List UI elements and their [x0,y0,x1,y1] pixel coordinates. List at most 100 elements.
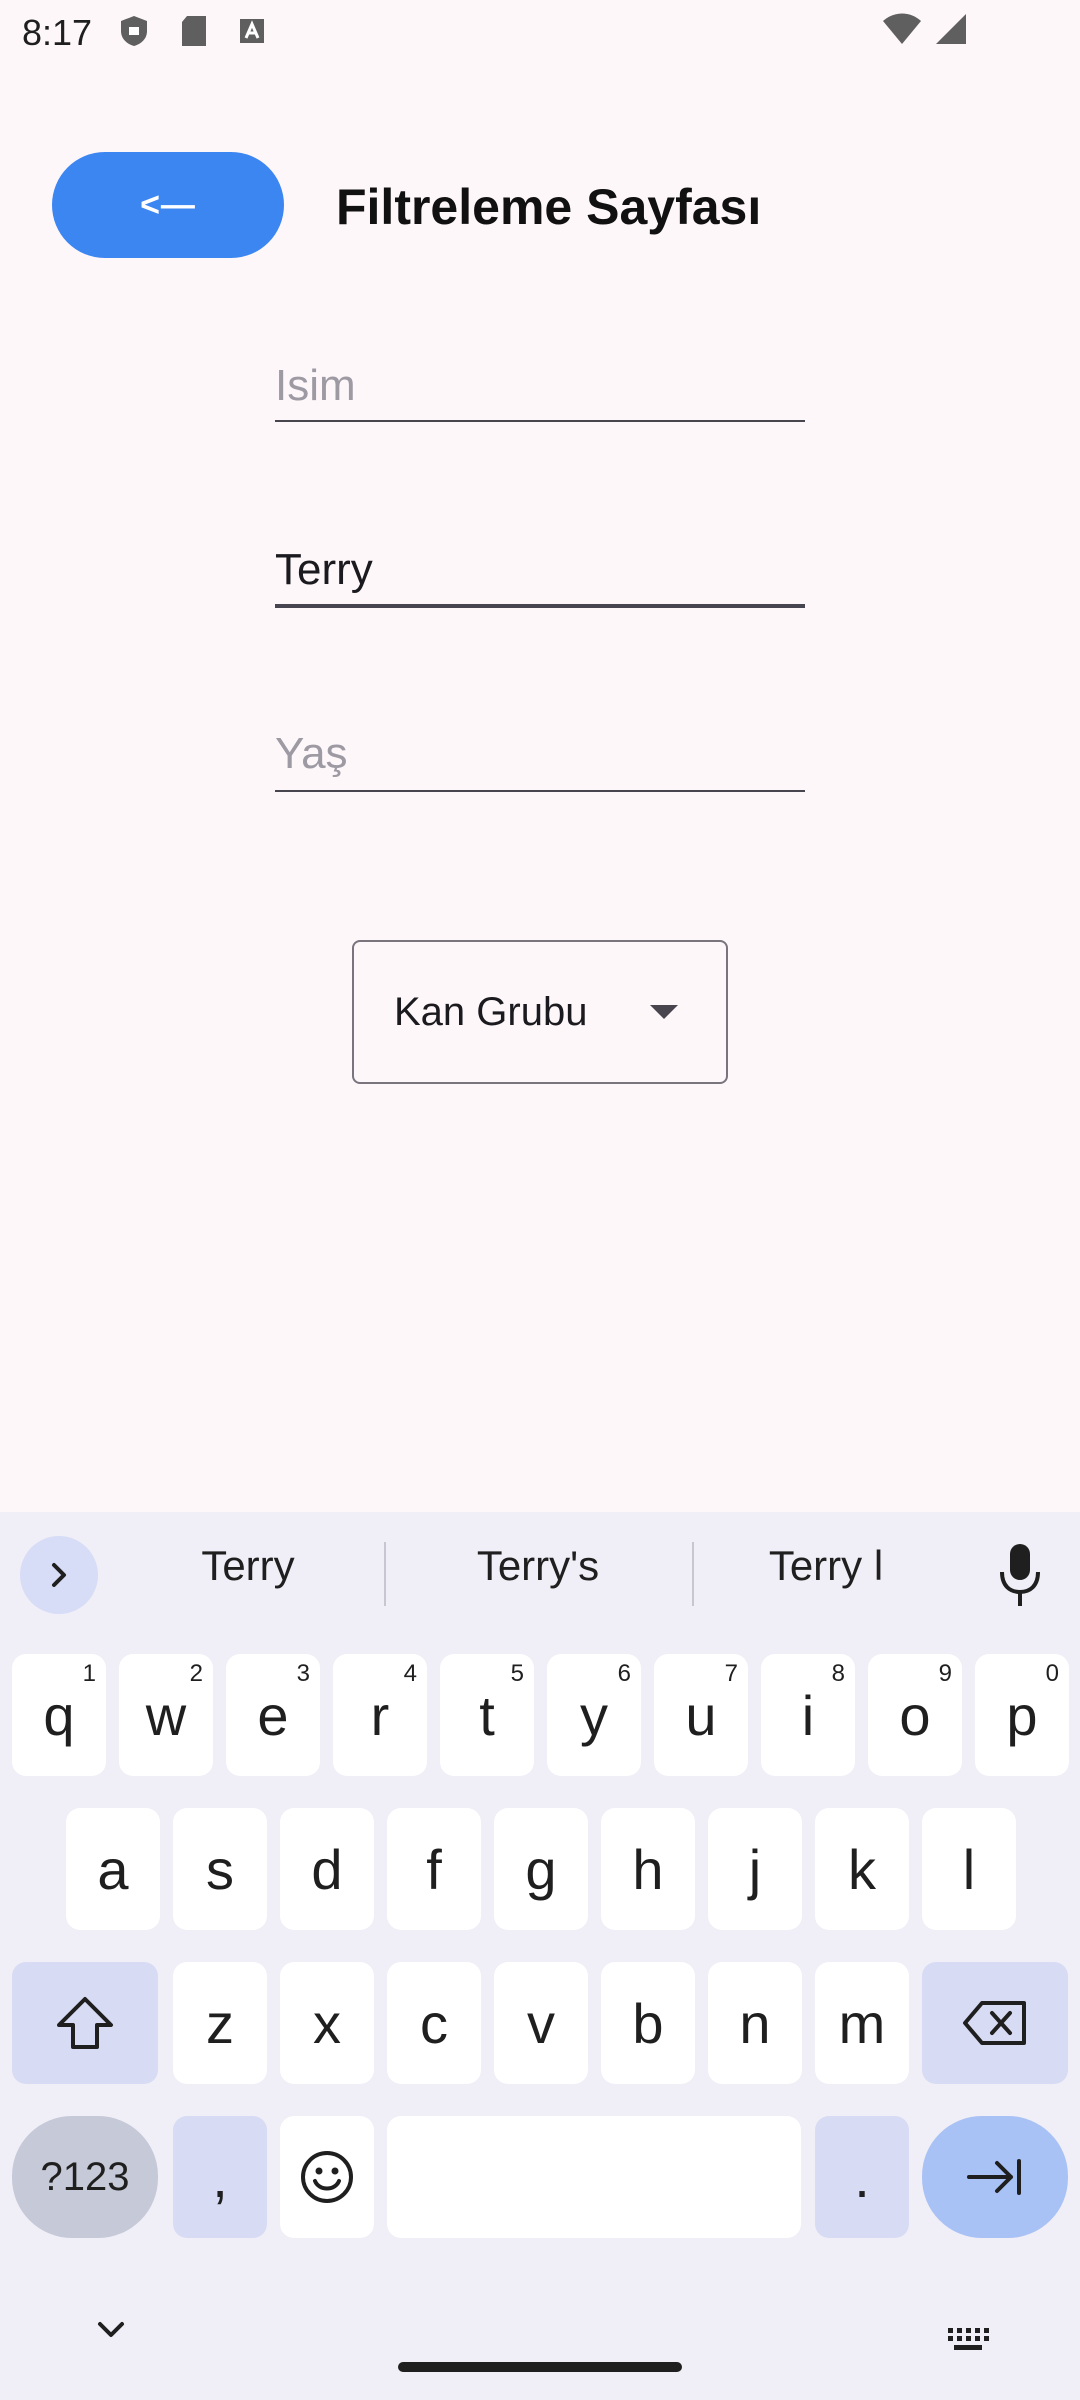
key-v[interactable]: v [494,1962,588,2084]
key-d[interactable]: d [280,1808,374,1930]
key-hint: 4 [403,1660,417,1687]
key-p[interactable]: p0 [975,1654,1069,1776]
surname-field[interactable]: Terry [275,540,805,608]
key-hint: 7 [724,1660,738,1687]
next-key[interactable] [922,2116,1068,2238]
key-label: f [426,1837,442,1901]
key-label: m [838,1991,886,2055]
microphone-icon[interactable] [996,1540,1044,1610]
key-s[interactable]: s [173,1808,267,1930]
key-hint: 3 [296,1660,310,1687]
key-z[interactable]: z [173,1962,267,2084]
suggestion-divider [384,1542,386,1606]
key-u[interactable]: u7 [654,1654,748,1776]
blood-group-label: Kan Grubu [394,989,588,1034]
age-field[interactable]: Yaş [275,724,805,792]
key-label: z [206,1991,234,2055]
key-label: q [43,1683,75,1747]
key-hint: 1 [82,1660,96,1687]
key-label: c [420,1991,448,2055]
symbols-key[interactable]: ?123 [12,2116,158,2238]
key-label: i [801,1683,815,1747]
key-label: a [97,1837,129,1901]
blood-group-dropdown[interactable]: Kan Grubu [352,940,728,1084]
backspace-key[interactable] [922,1962,1068,2084]
key-g[interactable]: g [494,1808,588,1930]
key-f[interactable]: f [387,1808,481,1930]
key-label: b [632,1991,664,2055]
key-label: o [899,1683,931,1747]
key-hint: 0 [1045,1660,1059,1687]
space-key[interactable] [387,2116,801,2238]
age-field-underline [275,790,805,792]
expand-toolbar-button[interactable] [20,1536,98,1614]
key-label: l [962,1837,976,1901]
key-label: w [145,1683,187,1747]
key-hint: 8 [831,1660,845,1687]
backspace-icon [963,2001,1026,2045]
key-i[interactable]: i8 [761,1654,855,1776]
period-key[interactable]: . [815,2116,909,2238]
key-q[interactable]: q1 [12,1654,106,1776]
signal-icon [936,14,966,44]
key-y[interactable]: y6 [547,1654,641,1776]
status-time: 8:17 [22,12,93,53]
key-h[interactable]: h [601,1808,695,1930]
keyboard-switch-icon[interactable] [946,2326,990,2352]
key-n[interactable]: n [708,1962,802,2084]
page-title: Filtreleme Sayfası [336,179,762,235]
key-label: u [685,1683,717,1747]
key-e[interactable]: e3 [226,1654,320,1776]
key-a[interactable]: a [66,1808,160,1930]
key-label: g [525,1837,557,1901]
emoji-key[interactable] [280,2116,374,2238]
home-gesture-bar[interactable] [398,2362,682,2372]
soft-keyboard: Terry Terry's Terry l q1 w2 e3 r4 t5 y6 … [0,1512,1080,2400]
shield-icon [121,16,147,46]
chevron-right-icon [52,1563,66,1587]
key-m[interactable]: m [815,1962,909,2084]
back-button[interactable]: <— [52,152,284,258]
key-hint: 2 [189,1660,203,1687]
key-o[interactable]: o9 [868,1654,962,1776]
key-label: e [257,1683,289,1747]
key-label: d [311,1837,343,1901]
emoji-icon [301,2151,353,2203]
key-c[interactable]: c [387,1962,481,2084]
suggestion-2[interactable]: Terry's [428,1542,648,1590]
key-label: n [739,1991,771,2055]
comma-key[interactable]: , [173,2116,267,2238]
font-icon [240,19,264,43]
key-label: h [632,1837,664,1901]
key-hint: 6 [617,1660,631,1687]
suggestion-3[interactable]: Terry l [716,1542,936,1590]
key-hint: 5 [510,1660,524,1687]
name-field-placeholder: Isim [275,361,356,410]
key-label: y [580,1683,608,1747]
hide-keyboard-chevron-icon[interactable] [96,2320,126,2340]
key-j[interactable]: j [708,1808,802,1930]
sd-card-icon [182,16,206,46]
key-hint: 9 [938,1660,952,1687]
key-label: j [748,1837,762,1901]
key-x[interactable]: x [280,1962,374,2084]
suggestion-divider [692,1542,694,1606]
dropdown-arrow-icon [650,1005,678,1019]
key-b[interactable]: b [601,1962,695,2084]
name-field-underline [275,420,805,422]
key-k[interactable]: k [815,1808,909,1930]
key-label: r [370,1683,390,1747]
key-w[interactable]: w2 [119,1654,213,1776]
key-label: x [313,1991,341,2055]
name-field[interactable]: Isim [275,356,805,422]
tab-next-icon [967,2159,1021,2195]
key-t[interactable]: t5 [440,1654,534,1776]
suggestion-bar: Terry Terry's Terry l [0,1512,1080,1638]
key-label: v [527,1991,555,2055]
key-label: k [848,1837,876,1901]
key-r[interactable]: r4 [333,1654,427,1776]
shift-key[interactable] [12,1962,158,2084]
suggestion-1[interactable]: Terry [148,1542,348,1590]
key-l[interactable]: l [922,1808,1016,1930]
surname-field-underline [275,604,805,608]
